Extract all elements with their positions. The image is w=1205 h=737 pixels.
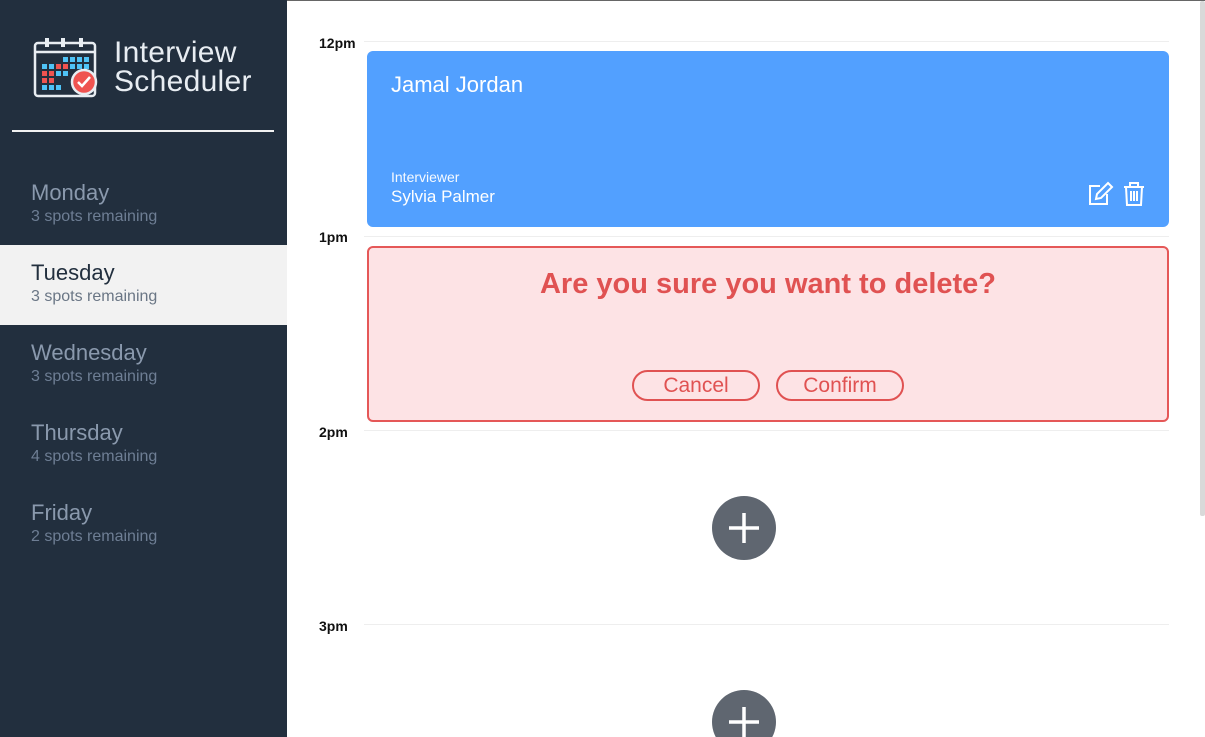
time-label: 1pm — [319, 229, 348, 245]
add-appointment-button[interactable] — [712, 690, 776, 737]
day-spots: 4 spots remaining — [31, 448, 158, 465]
day-spots: 3 spots remaining — [31, 208, 158, 225]
app-title: Interview Scheduler — [114, 36, 252, 98]
time-label: 12pm — [319, 35, 356, 51]
day-item-monday[interactable]: Monday 3 spots remaining — [0, 165, 287, 245]
add-appointment-button[interactable] — [712, 496, 776, 560]
time-label: 2pm — [319, 424, 348, 440]
day-item-thursday[interactable]: Thursday 4 spots remaining — [0, 405, 287, 485]
day-spots: 2 spots remaining — [31, 528, 158, 545]
student-name: Jamal Jordan — [391, 72, 524, 97]
app-title-line1: Interview — [114, 36, 237, 69]
appointment-card: Jamal Jordan Interviewer Sylvia Palmer — [367, 51, 1169, 227]
slot-divider — [364, 624, 1169, 625]
trash-icon[interactable] — [1120, 180, 1148, 208]
day-name: Wednesday — [31, 340, 147, 365]
plus-icon — [729, 513, 759, 543]
interviewer-name: Sylvia Palmer — [391, 187, 495, 206]
day-item-wednesday[interactable]: Wednesday 3 spots remaining — [0, 325, 287, 405]
interviewer-label: Interviewer — [391, 169, 460, 185]
confirm-button[interactable]: Confirm — [776, 370, 904, 401]
day-item-friday[interactable]: Friday 2 spots remaining — [0, 485, 287, 565]
delete-confirm-panel: Are you sure you want to delete? Cancel … — [367, 246, 1169, 422]
day-spots: 3 spots remaining — [31, 288, 158, 305]
calendar-check-icon — [33, 38, 98, 98]
edit-icon[interactable] — [1087, 180, 1115, 208]
slot-divider — [364, 236, 1169, 237]
time-label: 3pm — [319, 618, 348, 634]
day-name: Monday — [31, 180, 110, 205]
sidebar-divider — [12, 130, 274, 132]
day-name: Thursday — [31, 420, 123, 445]
day-name: Friday — [31, 500, 93, 525]
day-spots: 3 spots remaining — [31, 368, 158, 385]
day-item-tuesday[interactable]: Tuesday 3 spots remaining — [0, 245, 287, 325]
cancel-button[interactable]: Cancel — [632, 370, 760, 401]
day-name: Tuesday — [31, 260, 115, 285]
top-border — [287, 0, 1205, 1]
plus-icon — [729, 707, 759, 737]
confirm-message: Are you sure you want to delete? — [539, 268, 997, 300]
app-title-line2: Scheduler — [114, 65, 252, 98]
slot-divider — [364, 41, 1169, 42]
day-list: Monday 3 spots remaining Tuesday 3 spots… — [0, 165, 287, 565]
slot-divider — [364, 430, 1169, 431]
scrollbar[interactable] — [1200, 1, 1205, 516]
sidebar: Interview Scheduler Monday 3 spots remai… — [0, 0, 287, 737]
